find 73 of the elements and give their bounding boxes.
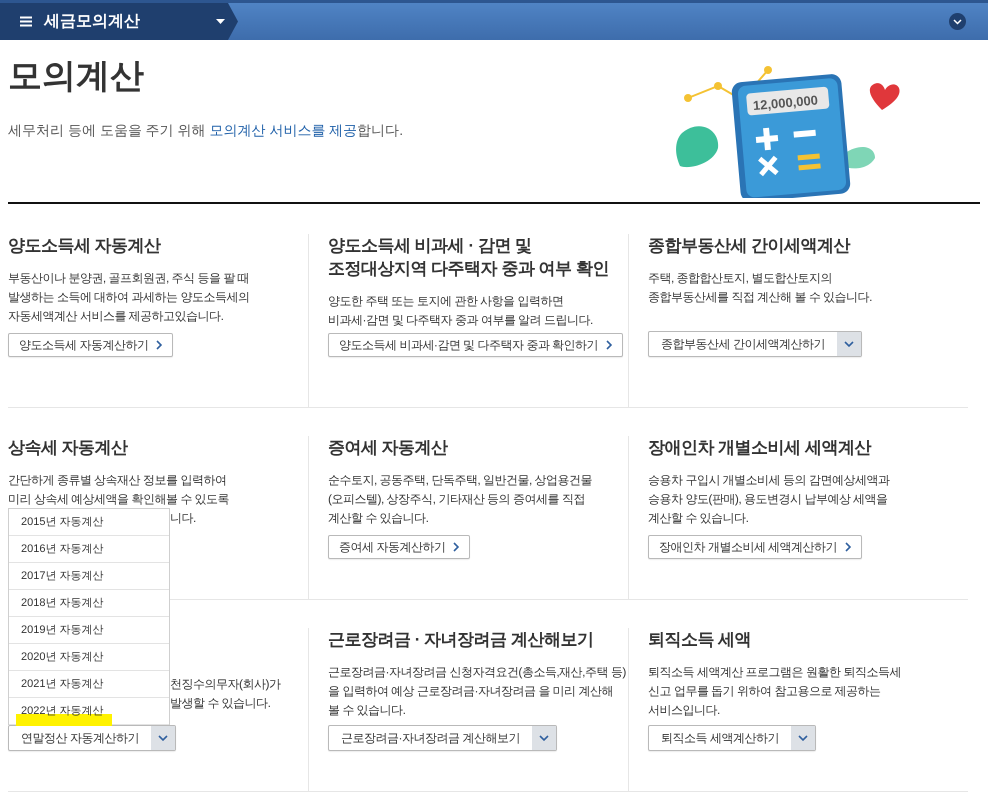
- description-line: 니다.: [170, 510, 196, 527]
- chevron-down-icon: [158, 734, 168, 742]
- select-button[interactable]: 퇴직소득 세액계산하기: [648, 725, 816, 751]
- description-line: 을 입력하여 예상 근로장려금·자녀장려금 을 미리 계산해: [328, 683, 613, 700]
- menu-item-label: 2018년 자동계산: [21, 596, 104, 611]
- chevron-right-icon: [453, 542, 460, 552]
- description-line: 발생하는 소득에 대하여 과세하는 양도소득세의: [8, 289, 250, 306]
- menu-item[interactable]: 2021년 자동계산: [9, 671, 169, 698]
- description-line: 주택, 종합합산토지, 별도합산토지의: [648, 270, 832, 287]
- calculate-button[interactable]: 양도소득세 비과세·감면 및 다주택자 중과 확인하기: [328, 333, 624, 357]
- card-title: 양도소득세 비과세 · 감면 및: [328, 235, 533, 257]
- description-line: 순수토지, 공동주택, 단독주택, 일반건물, 상업용건물: [328, 472, 592, 489]
- description-line: 계산할 수 있습니다.: [328, 510, 429, 527]
- description-line: (오피스텔), 상장주식, 기타재산 등의 증여세를 직접: [328, 491, 585, 508]
- description-line: 볼 수 있습니다.: [328, 702, 406, 719]
- menu-icon: [20, 16, 32, 27]
- calculate-button[interactable]: 양도소득세 자동계산하기: [8, 333, 174, 357]
- calculate-button[interactable]: 장애인차 개별소비세 세액계산하기: [648, 535, 862, 559]
- card-title: 퇴직소득 세액: [648, 629, 752, 651]
- menu-item-label: 2016년 자동계산: [21, 542, 104, 557]
- select-button[interactable]: 근로장려금·자녀장려금 계산해보기: [328, 725, 557, 751]
- description-line: 근로장려금·자녀장려금 신청자격요건(총소득,재산,주택 등): [328, 664, 626, 681]
- chevron-down-icon: [844, 340, 854, 348]
- description-line: 비과세·감면 및 다주택자 중과 여부를 알려 드립니다.: [328, 312, 593, 329]
- description-line: 승용차 양도(판매), 용도변경시 납부예상 세액을: [648, 491, 888, 508]
- menu-item[interactable]: 2018년 자동계산: [9, 590, 169, 617]
- card-title: 상속세 자동계산: [8, 437, 129, 459]
- description-line: 계산할 수 있습니다.: [648, 510, 749, 527]
- description-line: 자동세액계산 서비스를 제공하고있습니다.: [8, 308, 224, 325]
- chevron-right-icon: [606, 340, 612, 350]
- card-title: 조정대상지역 다주택자 중과 여부 확인: [328, 258, 610, 280]
- arrow-divider-icon: [228, 3, 238, 40]
- description-line: 양도한 주택 또는 토지에 관한 사항을 입력하면: [328, 293, 564, 310]
- description-line: 서비스입니다.: [648, 702, 720, 719]
- menu-item[interactable]: 2015년 자동계산: [9, 509, 169, 536]
- description-line: 천징수의무자(회사)가: [170, 676, 280, 693]
- card-title: 근로장려금 · 자녀장려금 계산해보기: [328, 629, 594, 651]
- menu-item[interactable]: 2020년 자동계산: [9, 644, 169, 671]
- page-title: 모의계산: [8, 56, 145, 96]
- menu-item[interactable]: 2022년 자동계산: [9, 698, 169, 725]
- description-line: 간단하게 종류별 상속재산 정보를 입력하여: [8, 472, 226, 489]
- description-line: 퇴직소득 세액계산 프로그램은 원활한 퇴직소득세: [648, 664, 901, 681]
- menu-item[interactable]: 2019년 자동계산: [9, 617, 169, 644]
- select-button[interactable]: 연말정산 자동계산하기: [8, 725, 176, 751]
- menu-item[interactable]: 2017년 자동계산: [9, 563, 169, 590]
- menu-item[interactable]: 2016년 자동계산: [9, 536, 169, 563]
- select-button[interactable]: 종합부동산세 간이세액계산하기: [648, 331, 862, 357]
- caret-down-icon: [216, 19, 225, 24]
- chevron-circle-icon[interactable]: [949, 13, 966, 30]
- description-line: 부동산이나 분양권, 골프회원권, 주식 등을 팔 때: [8, 270, 250, 287]
- description-line: 발생할 수 있습니다.: [170, 695, 271, 712]
- menu-item-label: 2021년 자동계산: [21, 676, 104, 692]
- menu-item-label: 2015년 자동계산: [21, 514, 104, 530]
- card-title: 장애인차 개별소비세 세액계산: [648, 437, 872, 459]
- menu-item-label: 2022년 자동계산: [21, 704, 104, 719]
- menu-item-label: 2017년 자동계산: [21, 568, 104, 584]
- header-title: 세금모의계산: [44, 12, 140, 32]
- chevron-right-icon: [156, 340, 162, 350]
- card-title: 종합부동산세 간이세액계산: [648, 235, 852, 257]
- calculate-button[interactable]: 증여세 자동계산하기: [328, 535, 470, 559]
- card-title: 양도소득세 자동계산: [8, 235, 162, 257]
- chevron-right-icon: [845, 542, 852, 552]
- menu-item-label: 2020년 자동계산: [21, 650, 104, 665]
- chevron-down-icon: [538, 734, 549, 742]
- page-subtitle: 세무처리 등에 도움을 주기 위해 모의계산 서비스를 제공합니다.: [8, 121, 404, 140]
- description-line: 신고 업무를 돕기 위하여 참고용으로 제공하는: [648, 683, 881, 700]
- description-line: 미리 상속세 예상세액을 확인해볼 수 있도록: [8, 491, 230, 508]
- chevron-down-icon: [798, 734, 808, 742]
- description-line: 종합부동산세를 직접 계산해 볼 수 있습니다.: [648, 289, 872, 306]
- display-text: 12,000,000: [752, 92, 819, 114]
- description-line: 승용차 구입시 개별소비세 등의 감면예상세액과: [648, 472, 890, 489]
- card-title: 증여세 자동계산: [328, 437, 449, 459]
- menu-item-label: 2019년 자동계산: [21, 622, 104, 638]
